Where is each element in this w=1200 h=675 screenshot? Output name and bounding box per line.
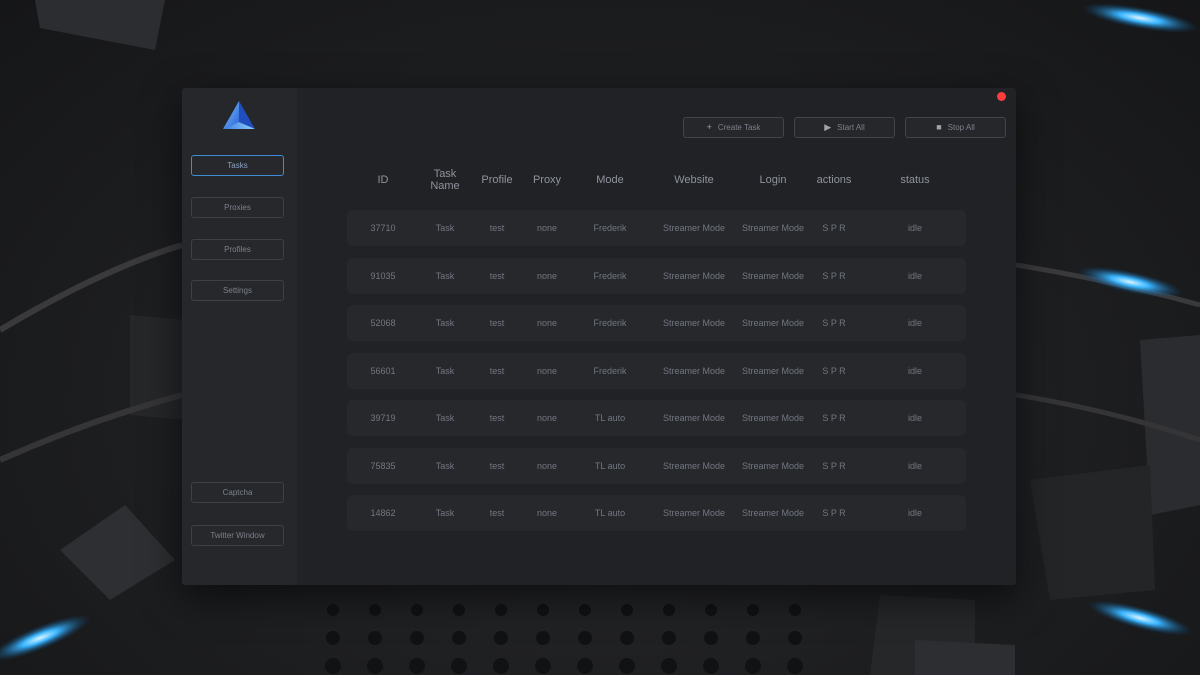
cell-login: Streamer Mode <box>741 318 805 328</box>
cell-actions[interactable]: S P R <box>822 258 845 294</box>
table-row[interactable]: 37710 Task test none Frederik Streamer Mode St… <box>347 210 966 246</box>
create-task-button[interactable]: + Create Task <box>683 117 784 138</box>
stop-all-label: Stop All <box>947 123 975 132</box>
cell-proxy: none <box>536 508 558 518</box>
twitter-window-button[interactable]: Twitter Window <box>191 525 284 546</box>
column-header-actions: actions <box>816 174 852 186</box>
cell-id: 56601 <box>370 365 396 376</box>
cell-task-name: Task <box>435 270 455 281</box>
cell-mode: Frederik <box>593 223 627 233</box>
cell-mode: TL auto <box>594 508 626 518</box>
cell-login: Streamer Mode <box>741 223 805 233</box>
cell-proxy: none <box>536 318 558 328</box>
cell-actions[interactable]: S P R <box>822 448 845 484</box>
table-row[interactable]: 52068 Task test none Frederik Streamer Mode St… <box>347 305 966 341</box>
start-all-label: Start All <box>837 123 865 132</box>
cell-task-name: Task <box>435 223 455 233</box>
cell-website: Streamer Mode <box>662 270 726 281</box>
cell-profile: test <box>489 365 505 376</box>
cell-login: Streamer Mode <box>741 413 805 423</box>
cell-id: 37710 <box>370 223 396 233</box>
sidebar: Tasks Proxies Profiles Settings Captcha … <box>182 88 297 585</box>
cell-website: Streamer Mode <box>662 318 726 328</box>
cell-proxy: none <box>536 365 558 376</box>
cell-id: 52068 <box>370 318 396 328</box>
cell-mode: TL auto <box>594 460 626 471</box>
sidebar-item-proxies[interactable]: Proxies <box>191 197 284 218</box>
cell-id: 91035 <box>370 270 396 281</box>
cell-login: Streamer Mode <box>741 460 805 471</box>
plus-icon: + <box>706 122 712 132</box>
start-all-button[interactable]: ▶ Start All <box>794 117 895 138</box>
cell-task-name: Task <box>435 318 455 328</box>
cell-status: idle <box>907 365 923 376</box>
captcha-button[interactable]: Captcha <box>191 482 284 503</box>
play-icon: ▶ <box>824 122 832 132</box>
cell-profile: test <box>489 270 505 281</box>
cell-status: idle <box>907 413 923 423</box>
cell-mode: Frederik <box>593 318 627 328</box>
cell-profile: test <box>489 223 505 233</box>
sidebar-item-settings[interactable]: Settings <box>191 280 284 301</box>
sidebar-item-profiles[interactable]: Profiles <box>191 239 284 260</box>
column-header-website: Website <box>674 174 714 186</box>
cell-status: idle <box>907 270 923 281</box>
cell-login: Streamer Mode <box>741 270 805 281</box>
cell-proxy: none <box>536 270 558 281</box>
cell-login: Streamer Mode <box>741 365 805 376</box>
cell-website: Streamer Mode <box>662 413 726 423</box>
close-window-button[interactable] <box>997 92 1006 101</box>
cell-status: idle <box>907 318 923 328</box>
cell-proxy: none <box>536 460 558 471</box>
column-header-profile: Profile <box>481 174 513 186</box>
cell-actions[interactable]: S P R <box>822 495 845 531</box>
cell-id: 75835 <box>370 460 396 471</box>
cell-mode: Frederik <box>593 270 627 281</box>
stop-icon: ■ <box>936 122 942 132</box>
column-header-mode: Mode <box>596 174 624 186</box>
cell-task-name: Task <box>435 413 455 423</box>
cell-task-name: Task <box>435 508 455 518</box>
table-row[interactable]: 75835 Task test none TL auto Streamer Mode Str… <box>347 447 966 484</box>
cell-profile: test <box>489 460 505 471</box>
cell-mode: Frederik <box>593 365 627 376</box>
cell-actions[interactable]: S P R <box>822 400 845 436</box>
table-row[interactable]: 91035 Task test none Frederik Streamer Mode St… <box>347 257 966 294</box>
stop-all-button[interactable]: ■ Stop All <box>905 117 1006 138</box>
cell-actions[interactable]: S P R <box>822 305 845 341</box>
column-header-login: Login <box>759 174 787 186</box>
sidebar-item-tasks[interactable]: Tasks <box>191 155 284 176</box>
cell-website: Streamer Mode <box>662 460 726 471</box>
cell-actions[interactable]: S P R <box>822 210 845 246</box>
cell-task-name: Task <box>435 460 455 471</box>
cell-status: idle <box>907 223 923 233</box>
create-task-label: Create Task <box>717 123 761 132</box>
cell-mode: TL auto <box>594 413 626 423</box>
column-header-proxy: Proxy <box>532 174 562 186</box>
table-row[interactable]: 56601 Task test none Frederik Streamer Mode St… <box>347 352 966 389</box>
cell-id: 14862 <box>370 508 396 518</box>
cell-login: Streamer Mode <box>741 508 805 518</box>
cell-website: Streamer Mode <box>662 223 726 233</box>
cell-proxy: none <box>536 223 558 233</box>
cell-website: Streamer Mode <box>662 508 726 518</box>
cell-proxy: none <box>536 413 558 423</box>
cell-website: Streamer Mode <box>662 365 726 376</box>
cell-task-name: Task <box>435 365 455 376</box>
cell-profile: test <box>489 508 505 518</box>
table-row[interactable]: 39719 Task test none TL auto Streamer Mode Str… <box>347 400 966 436</box>
cell-status: idle <box>907 508 923 518</box>
cell-actions[interactable]: S P R <box>822 353 845 389</box>
cell-status: idle <box>907 460 923 471</box>
cell-id: 39719 <box>370 413 396 423</box>
triangle-logo-icon <box>223 101 255 129</box>
cell-profile: test <box>489 318 505 328</box>
column-header-task-name: Task Name <box>430 168 460 192</box>
column-header-status: status <box>900 174 930 186</box>
column-header-id: ID <box>377 174 389 186</box>
table-row[interactable]: 14862 Task test none TL auto Streamer Mode Str… <box>347 495 966 531</box>
cell-profile: test <box>489 413 505 423</box>
app-window: Tasks Proxies Profiles Settings Captcha … <box>182 88 1016 585</box>
